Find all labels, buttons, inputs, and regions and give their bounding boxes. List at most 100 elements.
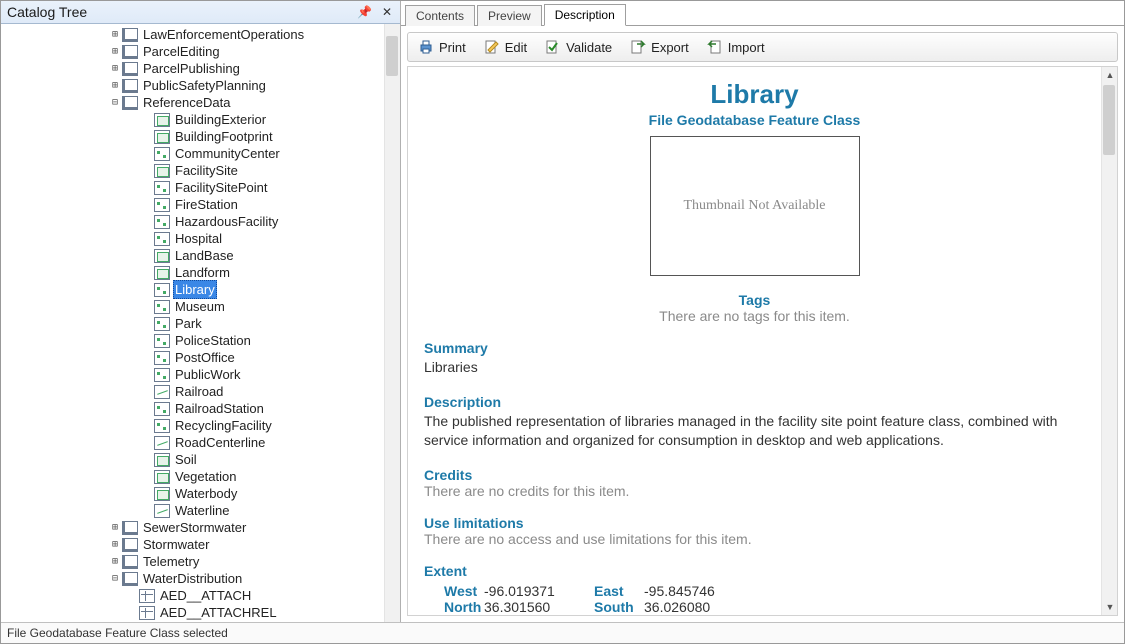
tree-item[interactable]: ⊞AED__ATTACHREL [1,604,384,621]
expand-icon[interactable]: ⊞ [109,77,121,94]
import-button[interactable]: Import [707,39,765,55]
tree-item[interactable]: ⊞ SewerStormwater [1,519,384,536]
description-scrollbar[interactable]: ▲ ▼ [1101,67,1117,615]
tree-item[interactable]: ⊞FacilitySitePoint [1,179,384,196]
tree-item[interactable]: ⊞ Telemetry [1,553,384,570]
tree-item-label[interactable]: CommunityCenter [173,145,282,162]
tree-item-label[interactable]: LandBase [173,247,236,264]
export-icon [630,39,646,55]
tree-item-label[interactable]: BuildingExterior [173,111,268,128]
tree-item-label[interactable]: FireStation [173,196,240,213]
tree-item-label[interactable]: LawEnforcementOperations [141,26,306,43]
tree-item-label[interactable]: Vegetation [173,468,238,485]
edit-button[interactable]: Edit [484,39,527,55]
tree-scrollbar[interactable] [384,24,400,622]
tree-item[interactable]: ⊞CommunityCenter [1,145,384,162]
tree-item[interactable]: ⊞BuildingExterior [1,111,384,128]
tree-item-label[interactable]: PublicWork [173,366,243,383]
tree-item[interactable]: ⊟ WaterDistribution [1,570,384,587]
tree-item-label[interactable]: RailroadStation [173,400,266,417]
credits-value: There are no credits for this item. [424,483,1085,499]
extent-south-value: 36.026080 [644,599,744,615]
tree-item[interactable]: ⊞Library [1,281,384,298]
tab-description[interactable]: Description [544,4,626,26]
tree-item[interactable]: ⊞Park [1,315,384,332]
tree-item[interactable]: ⊞PublicWork [1,366,384,383]
tree-item-label[interactable]: Park [173,315,204,332]
validate-button[interactable]: Validate [545,39,612,55]
tree-item-label[interactable]: ParcelPublishing [141,60,242,77]
tree-item-label[interactable]: FacilitySite [173,162,240,179]
tree-item[interactable]: ⊞FireStation [1,196,384,213]
tree-item-label[interactable]: FacilitySitePoint [173,179,269,196]
tree-item-label[interactable]: Railroad [173,383,225,400]
tree-item[interactable]: ⊞BuildingFootprint [1,128,384,145]
tree-item-label[interactable]: HazardousFacility [173,213,280,230]
tree-item[interactable]: ⊞Museum [1,298,384,315]
tree-item[interactable]: ⊞Soil [1,451,384,468]
expand-icon[interactable]: ⊞ [109,26,121,43]
tree-item-label[interactable]: AED__ATTACHREL [158,604,279,621]
expand-icon[interactable]: ⊞ [109,519,121,536]
pin-icon[interactable]: 📌 [355,5,374,19]
expand-icon[interactable]: ⊞ [109,553,121,570]
tree-item-label[interactable]: Stormwater [141,536,211,553]
tree-item-label[interactable]: BuildingFootprint [173,128,275,145]
tree-item[interactable]: ⊞Railroad [1,383,384,400]
collapse-icon[interactable]: ⊟ [109,570,121,587]
collapse-icon[interactable]: ⊟ [109,94,121,111]
tree-item-label[interactable]: Waterbody [173,485,239,502]
tree-item[interactable]: ⊞Landform [1,264,384,281]
tree-item[interactable]: ⊞FacilitySite [1,162,384,179]
tree-item[interactable]: ⊞ PublicSafetyPlanning [1,77,384,94]
tree-item[interactable]: ⊞ LawEnforcementOperations [1,26,384,43]
tree-item-label[interactable]: ReferenceData [141,94,232,111]
tree-item-label[interactable]: Landform [173,264,232,281]
print-button[interactable]: Print [418,39,466,55]
tree-item[interactable]: ⊞HazardousFacility [1,213,384,230]
tree-item-label[interactable]: PublicSafetyPlanning [141,77,268,94]
description-scrollbar-thumb[interactable] [1103,85,1115,155]
expand-icon[interactable]: ⊞ [109,60,121,77]
tree-item-label[interactable]: Hospital [173,230,224,247]
tree-item-label[interactable]: ParcelEditing [141,43,222,60]
tree-item[interactable]: ⊞RoadCenterline [1,434,384,451]
close-icon[interactable]: ✕ [380,5,394,19]
tree-item[interactable]: ⊞Hospital [1,230,384,247]
tree-item-label[interactable]: Museum [173,298,227,315]
tree-item[interactable]: ⊞ ParcelEditing [1,43,384,60]
tree-item-label[interactable]: WaterDistribution [141,570,244,587]
tree-item-label[interactable]: Soil [173,451,199,468]
expand-icon[interactable]: ⊞ [109,43,121,60]
export-button[interactable]: Export [630,39,689,55]
tree-item[interactable]: ⊞PoliceStation [1,332,384,349]
tree-item[interactable]: ⊟ ReferenceData [1,94,384,111]
tree-item-label[interactable]: Waterline [173,502,231,519]
tree-item-label[interactable]: SewerStormwater [141,519,248,536]
tree-item-label[interactable]: Telemetry [141,553,201,570]
tree-item[interactable]: ⊞PostOffice [1,349,384,366]
tree-item-label[interactable]: Library [173,280,217,299]
tree-item[interactable]: ⊞Waterbody [1,485,384,502]
tree-item[interactable]: ⊞Waterline [1,502,384,519]
scroll-up-icon[interactable]: ▲ [1102,67,1118,83]
tree-item-label[interactable]: PoliceStation [173,332,253,349]
tree-item[interactable]: ⊞ Stormwater [1,536,384,553]
featureclass-poly-icon [154,266,170,280]
tree-item[interactable]: ⊞Vegetation [1,468,384,485]
tree-item-label[interactable]: RoadCenterline [173,434,267,451]
edit-label: Edit [505,40,527,55]
tree-item-label[interactable]: RecyclingFacility [173,417,274,434]
tree-item-label[interactable]: PostOffice [173,349,237,366]
tree-item[interactable]: ⊞RailroadStation [1,400,384,417]
tree-item[interactable]: ⊞ ParcelPublishing [1,60,384,77]
tree-item[interactable]: ⊞LandBase [1,247,384,264]
expand-icon[interactable]: ⊞ [109,536,121,553]
tab-preview[interactable]: Preview [477,5,542,26]
tab-contents[interactable]: Contents [405,5,475,26]
tree-item-label[interactable]: AED__ATTACH [158,587,253,604]
tree-item[interactable]: ⊞RecyclingFacility [1,417,384,434]
tree-scrollbar-thumb[interactable] [386,36,398,76]
tree-item[interactable]: ⊞AED__ATTACH [1,587,384,604]
scroll-down-icon[interactable]: ▼ [1102,599,1118,615]
